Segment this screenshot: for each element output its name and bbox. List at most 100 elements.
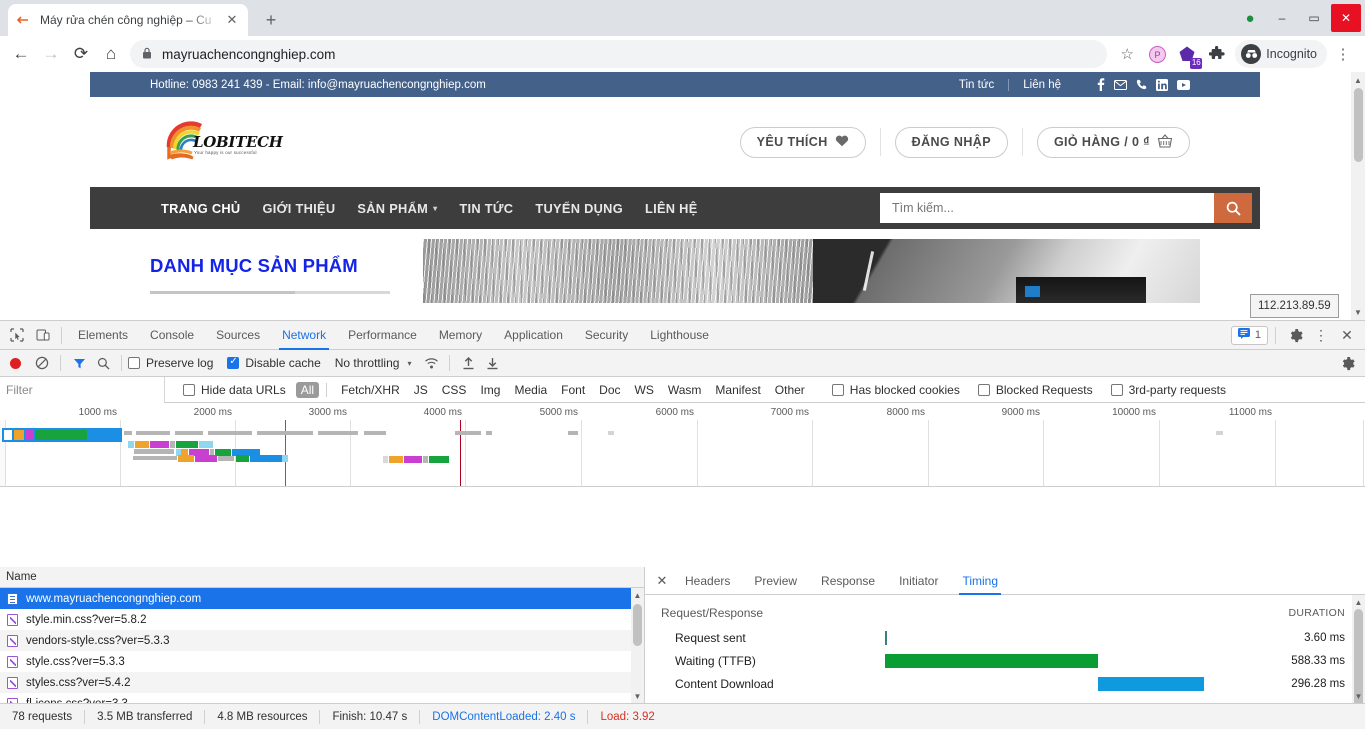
third-party-requests-checkbox[interactable]: 3rd-party requests [1110, 383, 1226, 397]
nav-item-lien-he[interactable]: LIÊN HỆ [634, 201, 709, 216]
page-scrollbar-thumb[interactable] [1354, 88, 1363, 162]
home-button[interactable]: ⌂ [96, 39, 126, 69]
search-button[interactable] [1214, 193, 1252, 223]
tab-sources[interactable]: Sources [205, 321, 271, 350]
login-button[interactable]: ĐĂNG NHẬP [894, 126, 1008, 158]
disable-cache-checkbox[interactable]: Disable cache [227, 356, 321, 370]
network-conditions-icon[interactable] [419, 351, 443, 375]
kebab-menu-icon[interactable]: ⋮ [1309, 323, 1333, 347]
detail-close-icon[interactable]: ✕ [651, 570, 673, 592]
profile-icon[interactable]: P [1143, 40, 1171, 68]
tab-memory[interactable]: Memory [428, 321, 493, 350]
browser-tab[interactable]: Máy rửa chén công nghiệp – Cu ✕ [8, 4, 248, 36]
hide-data-urls-checkbox[interactable]: Hide data URLs [183, 383, 286, 397]
filter-icon[interactable] [67, 351, 91, 375]
kebab-menu-icon[interactable]: ⋮ [1329, 40, 1357, 68]
window-maximize-button[interactable]: ▭ [1299, 4, 1329, 32]
table-row[interactable]: styles.css?ver=5.4.2 [0, 672, 644, 693]
page-scrollbar[interactable]: ▲ ▼ [1351, 72, 1365, 320]
puzzle-icon[interactable] [1203, 40, 1231, 68]
preserve-log-checkbox[interactable]: Preserve log [128, 356, 213, 370]
export-har-icon[interactable] [480, 351, 504, 375]
window-minimize-button[interactable]: – [1267, 4, 1297, 32]
tab-application[interactable]: Application [493, 321, 574, 350]
tab-elements[interactable]: Elements [67, 321, 139, 350]
star-icon[interactable]: ☆ [1113, 40, 1141, 68]
hero-banner[interactable] [423, 239, 1200, 303]
linkedin-icon[interactable] [1156, 78, 1168, 91]
search-input[interactable] [880, 193, 1214, 223]
site-logo[interactable]: LOBITECH Your happy is our successful [165, 113, 283, 171]
tab-security[interactable]: Security [574, 321, 639, 350]
detail-tab-headers[interactable]: Headers [673, 567, 742, 595]
extension-icon[interactable]: 16 [1173, 40, 1203, 69]
issues-button[interactable]: 1 [1230, 325, 1268, 345]
tab-close-icon[interactable]: ✕ [224, 12, 240, 28]
facebook-icon[interactable] [1097, 78, 1105, 91]
has-blocked-cookies-checkbox[interactable]: Has blocked cookies [831, 383, 960, 397]
gear-icon[interactable] [1283, 323, 1307, 347]
scroll-up-arrow-icon[interactable]: ▲ [631, 588, 644, 602]
detail-tab-preview[interactable]: Preview [742, 567, 809, 595]
scroll-down-arrow-icon[interactable]: ▼ [1352, 689, 1365, 703]
nav-item-tuyen-dung[interactable]: TUYỂN DỤNG [524, 201, 634, 216]
incognito-indicator[interactable]: Incognito [1235, 40, 1327, 68]
inspect-element-icon[interactable] [4, 323, 30, 347]
table-row[interactable]: style.css?ver=5.3.3 [0, 651, 644, 672]
table-row[interactable]: www.mayruachencongnghiep.com [0, 588, 644, 609]
network-settings-gear-icon[interactable] [1335, 351, 1359, 375]
detail-tab-timing[interactable]: Timing [950, 567, 1010, 595]
requests-list[interactable]: www.mayruachencongnghiep.com style.min.c… [0, 588, 644, 703]
nav-item-trang-chu[interactable]: TRANG CHỦ [150, 201, 251, 216]
filter-input[interactable] [0, 376, 165, 403]
type-filter-js[interactable]: JS [407, 383, 435, 397]
network-overview-timeline[interactable]: 1000 ms 2000 ms 3000 ms 4000 ms 5000 ms … [0, 403, 1365, 487]
table-row[interactable]: vendors-style.css?ver=5.3.3 [0, 630, 644, 651]
tab-console[interactable]: Console [139, 321, 205, 350]
cart-button[interactable]: GIỎ HÀNG / 0 ₫ [1036, 126, 1190, 158]
topbar-link-tintuc[interactable]: Tin tức [945, 79, 1008, 91]
type-filter-fetch-xhr[interactable]: Fetch/XHR [334, 383, 407, 397]
type-filter-media[interactable]: Media [507, 383, 554, 397]
detail-tab-initiator[interactable]: Initiator [887, 567, 950, 595]
throttling-select[interactable]: No throttling ▾ [335, 356, 412, 370]
window-close-button[interactable]: ✕ [1331, 4, 1361, 32]
phone-icon[interactable] [1136, 79, 1147, 91]
youtube-icon[interactable] [1177, 79, 1190, 90]
address-bar[interactable]: mayruachencongnghiep.com [130, 40, 1108, 68]
clear-icon[interactable] [30, 351, 54, 375]
search-icon[interactable] [91, 351, 115, 375]
detail-scrollbar[interactable]: ▲ ▼ [1352, 595, 1365, 729]
type-filter-font[interactable]: Font [554, 383, 592, 397]
type-filter-wasm[interactable]: Wasm [661, 383, 709, 397]
import-har-icon[interactable] [456, 351, 480, 375]
tab-network[interactable]: Network [271, 321, 337, 350]
topbar-link-lienhe[interactable]: Liên hệ [1009, 79, 1075, 91]
reload-button[interactable]: ⟳ [66, 39, 96, 69]
scroll-up-arrow-icon[interactable]: ▲ [1352, 595, 1365, 609]
scroll-up-arrow-icon[interactable]: ▲ [1352, 73, 1364, 87]
devtools-close-icon[interactable]: ✕ [1335, 323, 1359, 347]
nav-item-gioi-thieu[interactable]: GIỚI THIỆU [251, 201, 346, 216]
wishlist-button[interactable]: YÊU THÍCH [739, 126, 866, 158]
record-icon[interactable] [10, 357, 21, 369]
type-filter-doc[interactable]: Doc [592, 383, 627, 397]
table-row[interactable]: fl-icons.css?ver=3.3 [0, 693, 644, 703]
requests-scrollbar[interactable]: ▲ ▼ [631, 588, 644, 703]
type-filter-css[interactable]: CSS [435, 383, 474, 397]
nav-item-san-pham[interactable]: SẢN PHẨM ▾ [346, 201, 448, 216]
device-toolbar-icon[interactable] [30, 323, 56, 347]
new-tab-button[interactable]: + [258, 7, 284, 33]
type-filter-img[interactable]: Img [473, 383, 507, 397]
tab-lighthouse[interactable]: Lighthouse [639, 321, 720, 350]
requests-scrollbar-thumb[interactable] [633, 604, 642, 646]
detail-tab-response[interactable]: Response [809, 567, 887, 595]
scroll-down-arrow-icon[interactable]: ▼ [631, 689, 644, 703]
type-filter-manifest[interactable]: Manifest [708, 383, 767, 397]
forward-button[interactable]: → [36, 39, 66, 69]
blocked-requests-checkbox[interactable]: Blocked Requests [977, 383, 1093, 397]
type-filter-other[interactable]: Other [768, 383, 812, 397]
back-button[interactable]: ← [6, 39, 36, 69]
type-filter-all[interactable]: All [295, 381, 320, 398]
table-row[interactable]: style.min.css?ver=5.8.2 [0, 609, 644, 630]
